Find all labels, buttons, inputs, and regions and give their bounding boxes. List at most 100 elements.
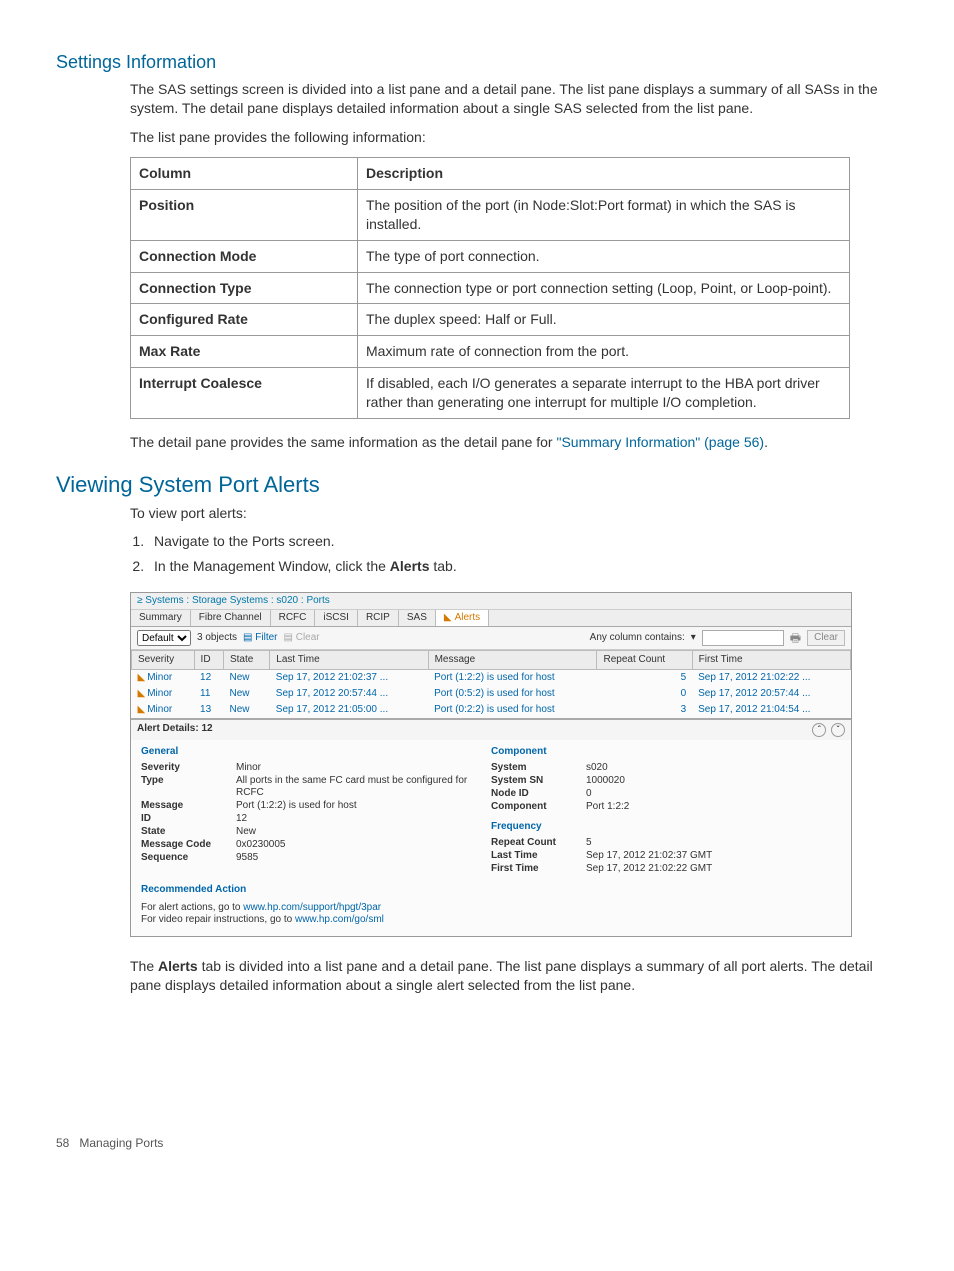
cell-col: Max Rate: [131, 336, 358, 368]
table-header-column: Column: [131, 157, 358, 189]
state-label: State: [141, 826, 236, 838]
alert-details-header: Alert Details: 12 ˆ ˇ: [131, 718, 851, 740]
alert-details-body: General SeverityMinor TypeAll ports in t…: [131, 740, 851, 880]
step-2: In the Management Window, click the Aler…: [148, 557, 898, 576]
rec-link-1[interactable]: www.hp.com/support/hpgt/3par: [243, 902, 381, 913]
alert-row[interactable]: ◣Minor 13NewSep 17, 2012 21:05:00 ...Por…: [132, 702, 851, 718]
id-label: ID: [141, 813, 236, 825]
component-value: Port 1:2:2: [586, 801, 841, 813]
after-shot-a: The: [130, 958, 158, 974]
tab-alerts[interactable]: ◣Alerts: [436, 610, 489, 626]
col-state[interactable]: State: [223, 651, 269, 670]
table-row: Max RateMaximum rate of connection from …: [131, 336, 850, 368]
type-label: Type: [141, 775, 236, 799]
detail-pane-note: The detail pane provides the same inform…: [130, 433, 898, 452]
tab-bar: Summary Fibre Channel RCFC iSCSI RCIP SA…: [131, 610, 851, 627]
component-title: Component: [491, 746, 841, 758]
tab-fibre-channel[interactable]: Fibre Channel: [191, 610, 271, 626]
alerts-screenshot: ≥ Systems : Storage Systems : s020 : Por…: [130, 592, 852, 937]
tab-sas[interactable]: SAS: [399, 610, 436, 626]
cell-desc: The connection type or port connection s…: [358, 272, 850, 304]
step-1: Navigate to the Ports screen.: [148, 532, 898, 551]
clear-button[interactable]: Clear: [807, 630, 845, 646]
alert-details-title: Alert Details: 12: [137, 723, 213, 737]
steps-list: Navigate to the Ports screen. In the Man…: [148, 532, 898, 576]
alert-row[interactable]: ◣Minor 11NewSep 17, 2012 20:57:44 ...Por…: [132, 686, 851, 702]
dropdown-icon[interactable]: ▾: [691, 632, 696, 644]
system-sn-label: System SN: [491, 775, 586, 787]
page-number: 58: [56, 1136, 69, 1150]
severity-label: Severity: [141, 762, 236, 774]
cell-col: Interrupt Coalesce: [131, 368, 358, 419]
after-shot-paragraph: The Alerts tab is divided into a list pa…: [130, 957, 898, 995]
print-icon[interactable]: 🖶: [790, 631, 801, 645]
cell-desc: The type of port connection.: [358, 240, 850, 272]
rec-action-line1: For alert actions, go to www.hp.com/supp…: [141, 902, 841, 914]
cell-col: Connection Mode: [131, 240, 358, 272]
cell-desc: The duplex speed: Half or Full.: [358, 304, 850, 336]
breadcrumb: ≥ Systems : Storage Systems : s020 : Por…: [131, 593, 851, 610]
heading-settings-info: Settings Information: [56, 50, 898, 74]
system-value: s020: [586, 762, 841, 774]
last-time-label: Last Time: [491, 850, 586, 862]
repeat-count-value: 5: [586, 837, 841, 849]
col-id[interactable]: ID: [194, 651, 223, 670]
table-row: Configured RateThe duplex speed: Half or…: [131, 304, 850, 336]
rec-action-line2: For video repair instructions, go to www…: [141, 914, 841, 926]
tab-summary[interactable]: Summary: [131, 610, 191, 626]
view-select[interactable]: Default: [137, 630, 191, 646]
table-row: Connection TypeThe connection type or po…: [131, 272, 850, 304]
rec-link-2[interactable]: www.hp.com/go/sml: [295, 914, 384, 925]
message-value: Port (1:2:2) is used for host: [236, 800, 491, 812]
heading-viewing-alerts: Viewing System Port Alerts: [56, 470, 898, 500]
col-first-time[interactable]: First Time: [692, 651, 850, 670]
tab-rcip[interactable]: RCIP: [358, 610, 399, 626]
tab-rcfc[interactable]: RCFC: [271, 610, 316, 626]
msgcode-label: Message Code: [141, 839, 236, 851]
table-row: Connection ModeThe type of port connecti…: [131, 240, 850, 272]
sequence-label: Sequence: [141, 852, 236, 864]
after-shot-c: tab is divided into a list pane and a de…: [130, 958, 873, 993]
node-id-value: 0: [586, 788, 841, 800]
cell-desc: If disabled, each I/O generates a separa…: [358, 368, 850, 419]
detail-pane-text-b: .: [764, 434, 768, 450]
expand-icon[interactable]: ˇ: [831, 723, 845, 737]
general-title: General: [141, 746, 491, 758]
component-freq-column: Component Systems020 System SN1000020 No…: [491, 746, 841, 876]
settings-paragraph-2: The list pane provides the following inf…: [130, 128, 898, 147]
table-row: Interrupt CoalesceIf disabled, each I/O …: [131, 368, 850, 419]
after-shot-b: Alerts: [158, 958, 198, 974]
severity-icon: ◣: [138, 688, 146, 699]
page-footer: 58 Managing Ports: [56, 1135, 898, 1151]
search-input[interactable]: [702, 630, 784, 646]
severity-value: Minor: [236, 762, 491, 774]
system-label: System: [491, 762, 586, 774]
filter-link[interactable]: ▤ Filter: [243, 632, 277, 644]
any-column-label: Any column contains:: [590, 632, 685, 644]
tab-iscsi[interactable]: iSCSI: [315, 610, 358, 626]
col-message[interactable]: Message: [428, 651, 597, 670]
collapse-icon[interactable]: ˆ: [812, 723, 826, 737]
step2-a: In the Management Window, click the: [154, 558, 390, 574]
summary-info-link[interactable]: "Summary Information" (page 56): [556, 434, 764, 450]
node-id-label: Node ID: [491, 788, 586, 800]
col-severity[interactable]: Severity: [132, 651, 195, 670]
alerts-header-row: Severity ID State Last Time Message Repe…: [132, 651, 851, 670]
col-last-time[interactable]: Last Time: [270, 651, 428, 670]
col-repeat-count[interactable]: Repeat Count: [597, 651, 692, 670]
cell-col: Position: [131, 189, 358, 240]
alert-row[interactable]: ◣Minor 12NewSep 17, 2012 21:02:37 ...Por…: [132, 670, 851, 687]
cell-col: Connection Type: [131, 272, 358, 304]
sequence-value: 9585: [236, 852, 491, 864]
recommended-action: Recommended Action For alert actions, go…: [131, 880, 851, 936]
cell-desc: Maximum rate of connection from the port…: [358, 336, 850, 368]
alerts-table: Severity ID State Last Time Message Repe…: [131, 650, 851, 718]
view-alerts-intro: To view port alerts:: [130, 504, 898, 523]
cell-col: Configured Rate: [131, 304, 358, 336]
message-label: Message: [141, 800, 236, 812]
detail-pane-text-a: The detail pane provides the same inform…: [130, 434, 556, 450]
repeat-count-label: Repeat Count: [491, 837, 586, 849]
table-row: PositionThe position of the port (in Nod…: [131, 189, 850, 240]
frequency-title: Frequency: [491, 821, 841, 833]
step2-c: tab.: [429, 558, 456, 574]
